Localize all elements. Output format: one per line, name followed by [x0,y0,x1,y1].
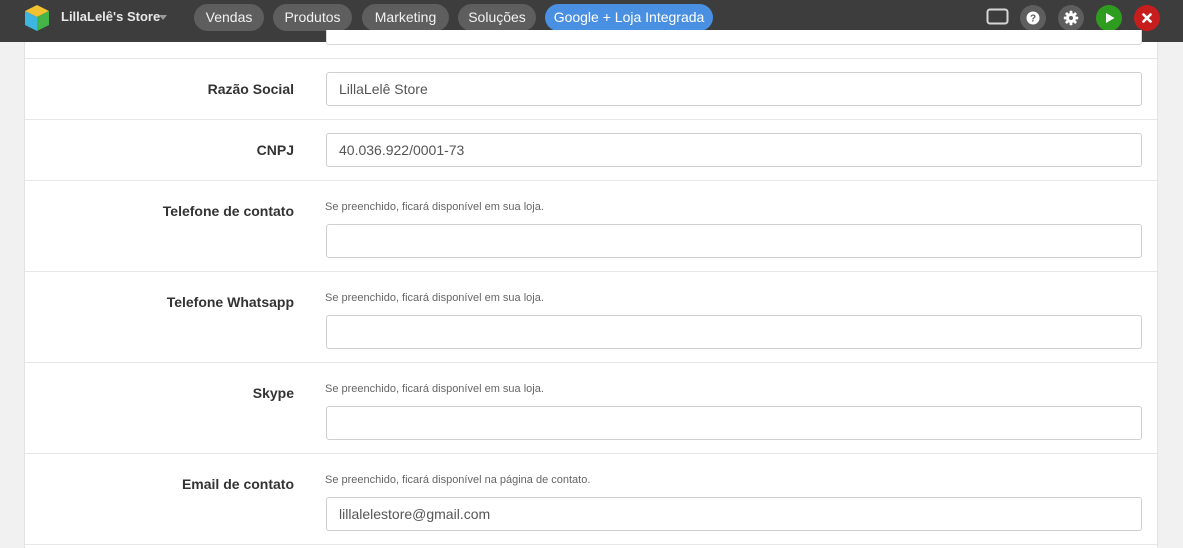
cnpj-label: CNPJ [256,142,294,158]
telefone-contato-input[interactable] [326,224,1142,258]
screen-icon[interactable] [986,8,1009,25]
email-contato-label: Email de contato [181,476,294,492]
gear-icon [1063,10,1079,26]
play-icon [1106,13,1115,23]
row-divider [25,362,1157,363]
close-icon [1142,13,1152,23]
store-logo-icon[interactable] [24,4,50,32]
telefone-whatsapp-input[interactable] [326,315,1142,349]
previous-field-input[interactable] [326,30,1142,45]
help-button[interactable]: ? [1020,5,1046,31]
razao-social-label: Razão Social [207,81,294,97]
preview-store-button[interactable] [1096,5,1122,31]
store-settings-form: Razão Social CNPJ Telefone de contato Se… [24,30,1158,548]
row-divider [25,544,1157,545]
nav-marketing[interactable]: Marketing [362,4,449,31]
logout-button[interactable] [1134,5,1160,31]
row-divider [25,58,1157,59]
store-name[interactable]: LillaLelê's Store [61,9,160,25]
nav-solucoes[interactable]: Soluções [458,4,536,31]
telefone-whatsapp-label: Telefone Whatsapp [166,294,294,310]
row-divider [25,271,1157,272]
telefone-whatsapp-help: Se preenchido, ficará disponível em sua … [325,292,544,304]
settings-button[interactable] [1058,5,1084,31]
nav-produtos[interactable]: Produtos [273,4,352,31]
svg-text:?: ? [1030,14,1036,25]
email-contato-help: Se preenchido, ficará disponível na pági… [325,474,591,486]
row-divider [25,180,1157,181]
help-icon: ? [1026,11,1040,25]
row-divider [25,119,1157,120]
cnpj-input[interactable] [326,133,1142,167]
row-divider [25,453,1157,454]
skype-help: Se preenchido, ficará disponível em sua … [325,383,544,395]
skype-label: Skype [252,385,294,401]
skype-input[interactable] [326,406,1142,440]
nav-vendas[interactable]: Vendas [194,4,264,31]
telefone-contato-help: Se preenchido, ficará disponível em sua … [325,201,544,213]
razao-social-input[interactable] [326,72,1142,106]
telefone-contato-label: Telefone de contato [162,203,294,219]
chevron-down-icon[interactable] [159,15,167,20]
nav-google-loja-integrada[interactable]: Google + Loja Integrada [545,4,713,31]
email-contato-input[interactable] [326,497,1142,531]
